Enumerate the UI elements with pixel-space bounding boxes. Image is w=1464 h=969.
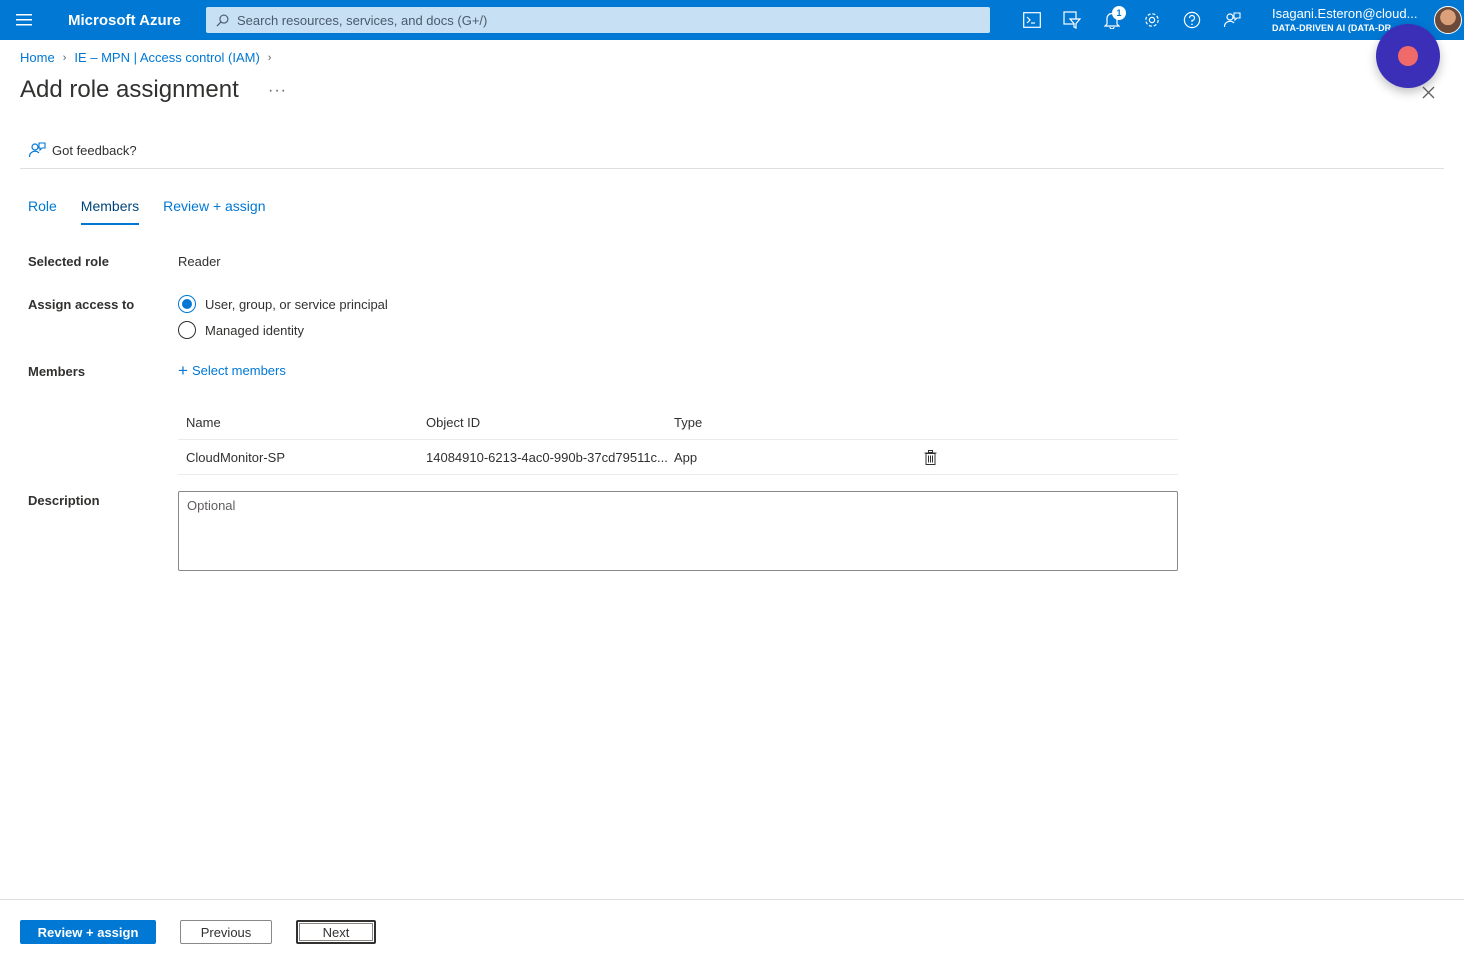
trash-icon [924, 449, 937, 465]
review-assign-button[interactable]: Review + assign [20, 920, 156, 944]
tab-members[interactable]: Members [80, 198, 140, 225]
breadcrumb: Home › IE – MPN | Access control (IAM) › [20, 50, 279, 65]
table-row: CloudMonitor-SP 14084910-6213-4ac0-990b-… [178, 440, 1178, 475]
members-table: Name Object ID Type CloudMonitor-SP 1408… [178, 406, 1178, 475]
avatar[interactable] [1434, 6, 1462, 34]
feedback-label: Got feedback? [52, 142, 137, 158]
record-dot-icon [1398, 46, 1418, 66]
select-members-link[interactable]: + Select members [178, 360, 286, 380]
divider [20, 168, 1444, 169]
column-header-type: Type [674, 415, 703, 430]
feedback-person-icon [28, 142, 46, 158]
radio-checked-icon[interactable] [178, 295, 196, 313]
notifications-bell-icon[interactable]: 1 [1092, 0, 1132, 40]
breadcrumb-home[interactable]: Home [20, 50, 55, 65]
feedback-icon[interactable] [1212, 0, 1252, 40]
tab-role[interactable]: Role [28, 198, 57, 225]
got-feedback-link[interactable]: Got feedback? [28, 141, 137, 159]
column-header-object-id: Object ID [426, 415, 481, 430]
plus-icon: + [178, 360, 188, 380]
radio-unchecked-icon[interactable] [178, 321, 196, 339]
table-header: Name Object ID Type [178, 406, 1178, 440]
directory-filter-icon[interactable] [1052, 0, 1092, 40]
settings-gear-icon[interactable] [1132, 0, 1172, 40]
search-input[interactable]: Search resources, services, and docs (G+… [206, 7, 990, 33]
brand-name[interactable]: Microsoft Azure [68, 12, 206, 29]
select-members-label: Select members [191, 363, 286, 378]
account-name: Isagani.Esteron@cloud... [1272, 6, 1418, 21]
breadcrumb-access-control[interactable]: IE – MPN | Access control (IAM) [74, 50, 259, 65]
member-object-id: 14084910-6213-4ac0-990b-37cd79511c... [426, 449, 668, 465]
radio-managed-label: Managed identity [205, 322, 305, 338]
selected-role-value: Reader [178, 254, 221, 269]
close-icon [1422, 86, 1434, 98]
selected-role-label: Selected role [28, 254, 109, 269]
assign-access-label: Assign access to [28, 297, 135, 312]
search-icon [216, 14, 229, 27]
footer-divider [0, 899, 1464, 900]
column-header-name: Name [186, 415, 221, 430]
hamburger-menu-icon[interactable] [0, 0, 48, 40]
radio-user-group-sp[interactable]: User, group, or service principal [178, 295, 388, 313]
cloud-shell-icon[interactable] [1012, 0, 1052, 40]
chevron-right-icon: › [267, 51, 272, 64]
members-label: Members [28, 364, 86, 379]
description-textarea[interactable]: Optional [178, 491, 1178, 571]
next-button[interactable]: Next [296, 920, 376, 944]
radio-managed-identity[interactable]: Managed identity [178, 321, 304, 339]
search-placeholder: Search resources, services, and docs (G+… [237, 12, 488, 28]
delete-member-button[interactable] [924, 449, 954, 465]
help-icon[interactable] [1172, 0, 1212, 40]
record-button[interactable] [1376, 24, 1440, 88]
top-bar: Microsoft Azure Search resources, servic… [0, 0, 1464, 40]
radio-user-label: User, group, or service principal [205, 296, 388, 312]
close-button[interactable] [1418, 82, 1438, 102]
member-name: CloudMonitor-SP [186, 449, 285, 465]
more-options-icon[interactable]: ··· [268, 82, 287, 100]
tab-list: Role Members Review + assign [28, 198, 289, 225]
notification-badge: 1 [1112, 6, 1126, 20]
member-type: App [674, 449, 698, 465]
page-title: Add role assignment [20, 76, 239, 103]
tab-review-assign[interactable]: Review + assign [163, 198, 265, 225]
previous-button[interactable]: Previous [180, 920, 272, 944]
chevron-right-icon: › [62, 51, 67, 64]
description-label: Description [28, 493, 100, 508]
